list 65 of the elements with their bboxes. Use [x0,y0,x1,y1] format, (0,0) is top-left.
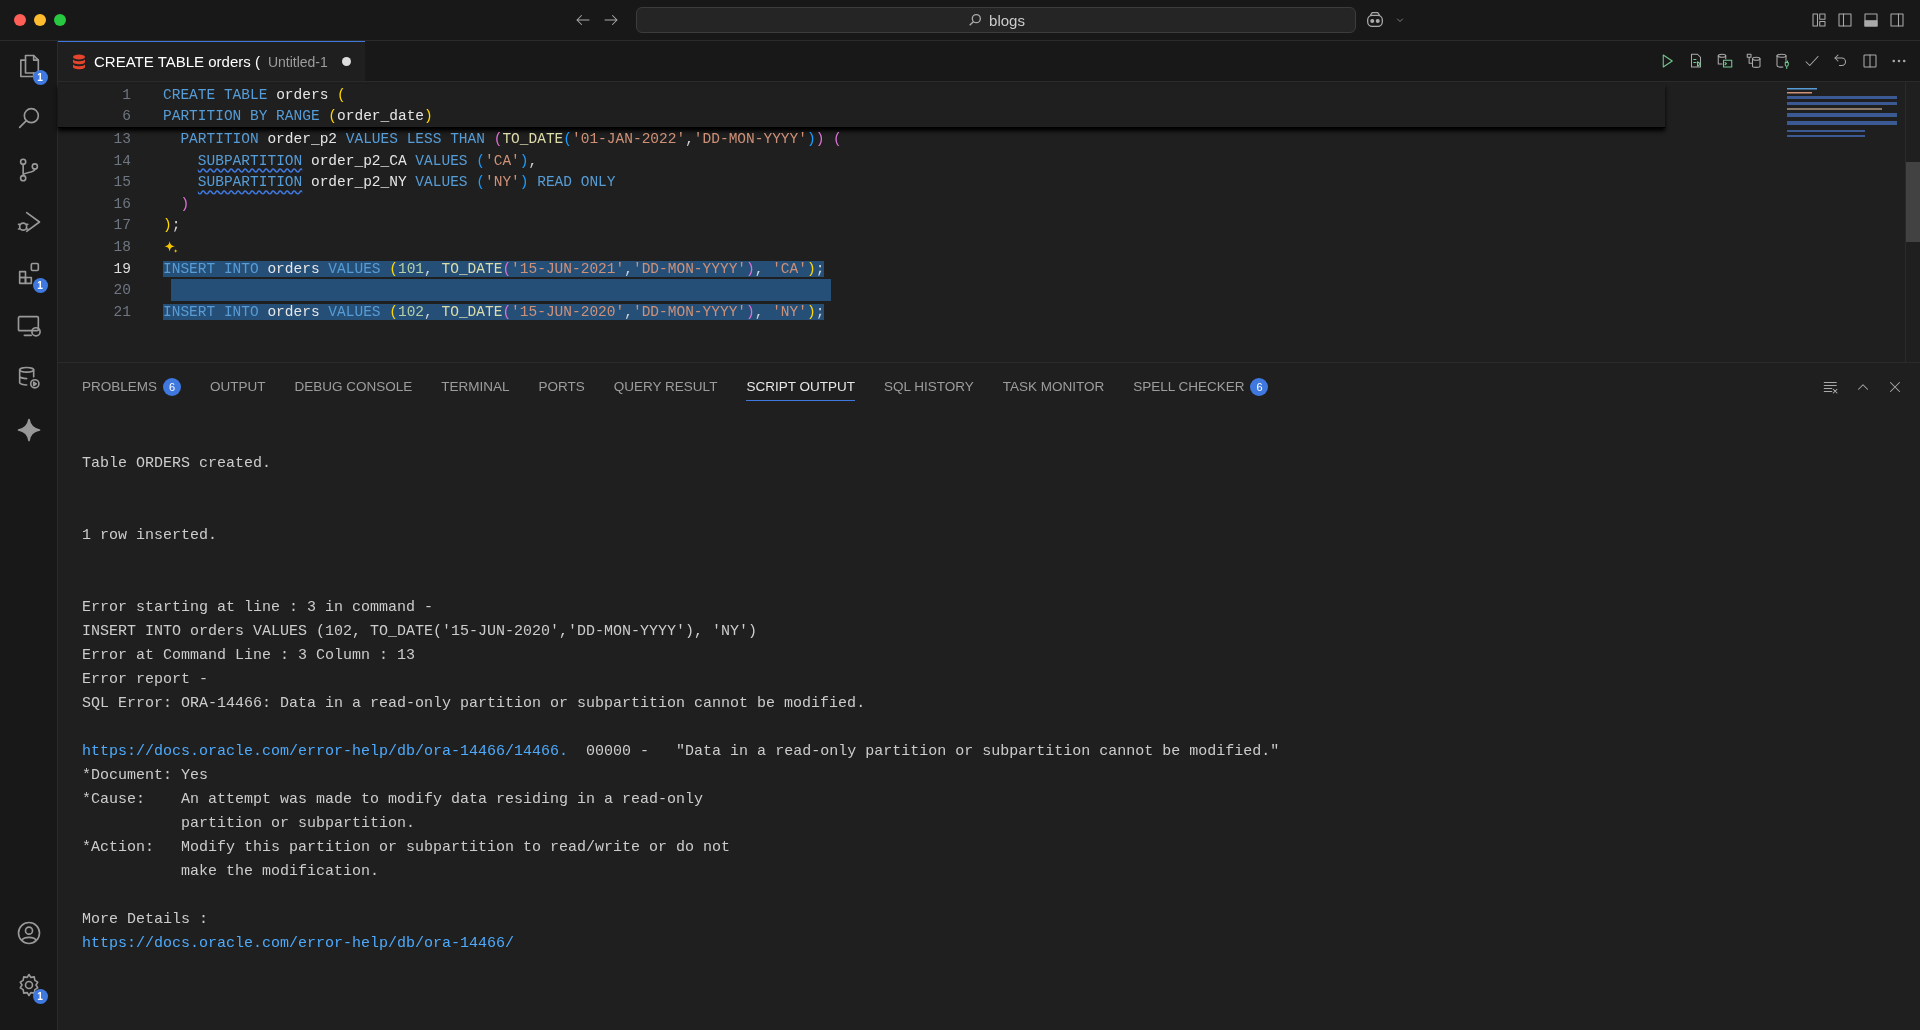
panel-tab[interactable]: QUERY RESULT [613,373,718,401]
code-line: SUBPARTITION order_p2_NY VALUES ('NY') READ ONLY [196,174,616,191]
scrollbar-thumb[interactable] [1906,162,1920,242]
line-number: 20 [112,282,132,299]
line-number: 14 [112,152,132,169]
output-text: Table ORDERS created. [82,454,272,472]
panel-tab[interactable]: PROBLEMS 6 [82,373,182,401]
panel-tab[interactable]: SQL HISTORY [883,373,974,401]
output-text: *Action: Modify this partition or subpartition to read/write or do not [82,838,731,856]
panel-toggle-icon[interactable] [1862,11,1880,29]
panel-tab[interactable]: OUTPUT [210,373,266,401]
panel-tab[interactable]: SPELL CHECKER 6 [1133,373,1269,401]
database-icon [72,53,86,70]
panel-tab[interactable]: TASK MONITOR [1002,373,1105,401]
line-number: 17 [112,217,132,234]
link[interactable]: https://docs.oracle.com/error-help/db/ora-14466/14466. [82,742,569,760]
output-text: Error at Command Line : 3 Column : 13 [82,646,416,664]
code-line: CREATE TABLE orders ( [163,86,346,103]
code-line: ) [179,195,190,212]
maximize-window-button[interactable] [54,14,66,26]
database-tree-icon[interactable] [1745,52,1763,70]
count-badge: 6 [163,377,182,396]
notification-badge: 1 [32,278,48,293]
search-field[interactable]: blogs [636,7,1356,33]
database-terminal-icon[interactable] [1716,52,1734,70]
notification-badge: 1 [32,70,48,85]
line-number: 15 [112,174,132,191]
editor-tab[interactable]: CREATE TABLE orders ( Untitled-1 [58,41,365,81]
secondary-sidebar-icon[interactable] [1888,11,1906,29]
output-text: 00000 - "Data in a read-only partition or subpartition cannot be modified." [585,742,1280,760]
database-plug-icon[interactable] [1774,52,1792,70]
link[interactable]: https://docs.oracle.com/error-help/db/ora-14466/ [82,934,515,952]
output-text: *Cause: An attempt was made to modify data residing in a read-only [82,790,704,808]
output-text: *Document: Yes [82,766,209,784]
panel-tab[interactable]: PORTS [538,373,585,401]
output-text: partition or subpartition. [180,814,416,832]
line-number: 13 [112,131,132,147]
code-line: PARTITION order_p2 VALUES LESS THAN (TO_DATE('01-JAN-2022','DD-MON-YYYY')) ( [179,131,842,147]
line-number: 21 [112,303,132,320]
panel-tab[interactable]: DEBUG CONSOLE [294,373,413,401]
minimize-window-button[interactable] [34,14,46,26]
line-number: 16 [112,195,132,212]
code-line: ); [163,217,181,234]
line-number: 6 [121,108,132,125]
layout-icon[interactable] [1810,11,1828,29]
panel-tab[interactable]: TERMINAL [441,373,510,401]
line-number: 18 [112,238,132,255]
close-window-button[interactable] [14,14,26,26]
output-text: INSERT INTO orders VALUES (102, TO_DATE('15-JUN-2020','DD-MON-YYYY'), 'NY') [82,622,758,640]
count-badge: 6 [1250,377,1269,396]
output-text: make the modification. [180,862,380,880]
line-number: 19 [112,260,132,277]
code-line: PARTITION BY RANGE (order_date) [163,108,433,125]
split-editor-icon[interactable] [1861,52,1879,70]
output-text: More Details : [82,910,209,928]
line-number: 1 [121,86,132,103]
notification-badge: 1 [32,989,48,1004]
output-text: SQL Error: ORA-14466: Data in a read-only partition or subpartition cannot be modified. [82,694,866,712]
output-text: 1 row inserted. [82,526,218,544]
output-text: Error starting at line : 3 in command - [82,598,434,616]
primary-sidebar-icon[interactable] [1836,11,1854,29]
panel-tab[interactable]: SCRIPT OUTPUT [746,373,855,401]
output-text: Error report - [82,670,209,688]
search-icon [967,12,984,28]
code-line: SUBPARTITION order_p2_CA VALUES ('CA'), [196,152,538,169]
